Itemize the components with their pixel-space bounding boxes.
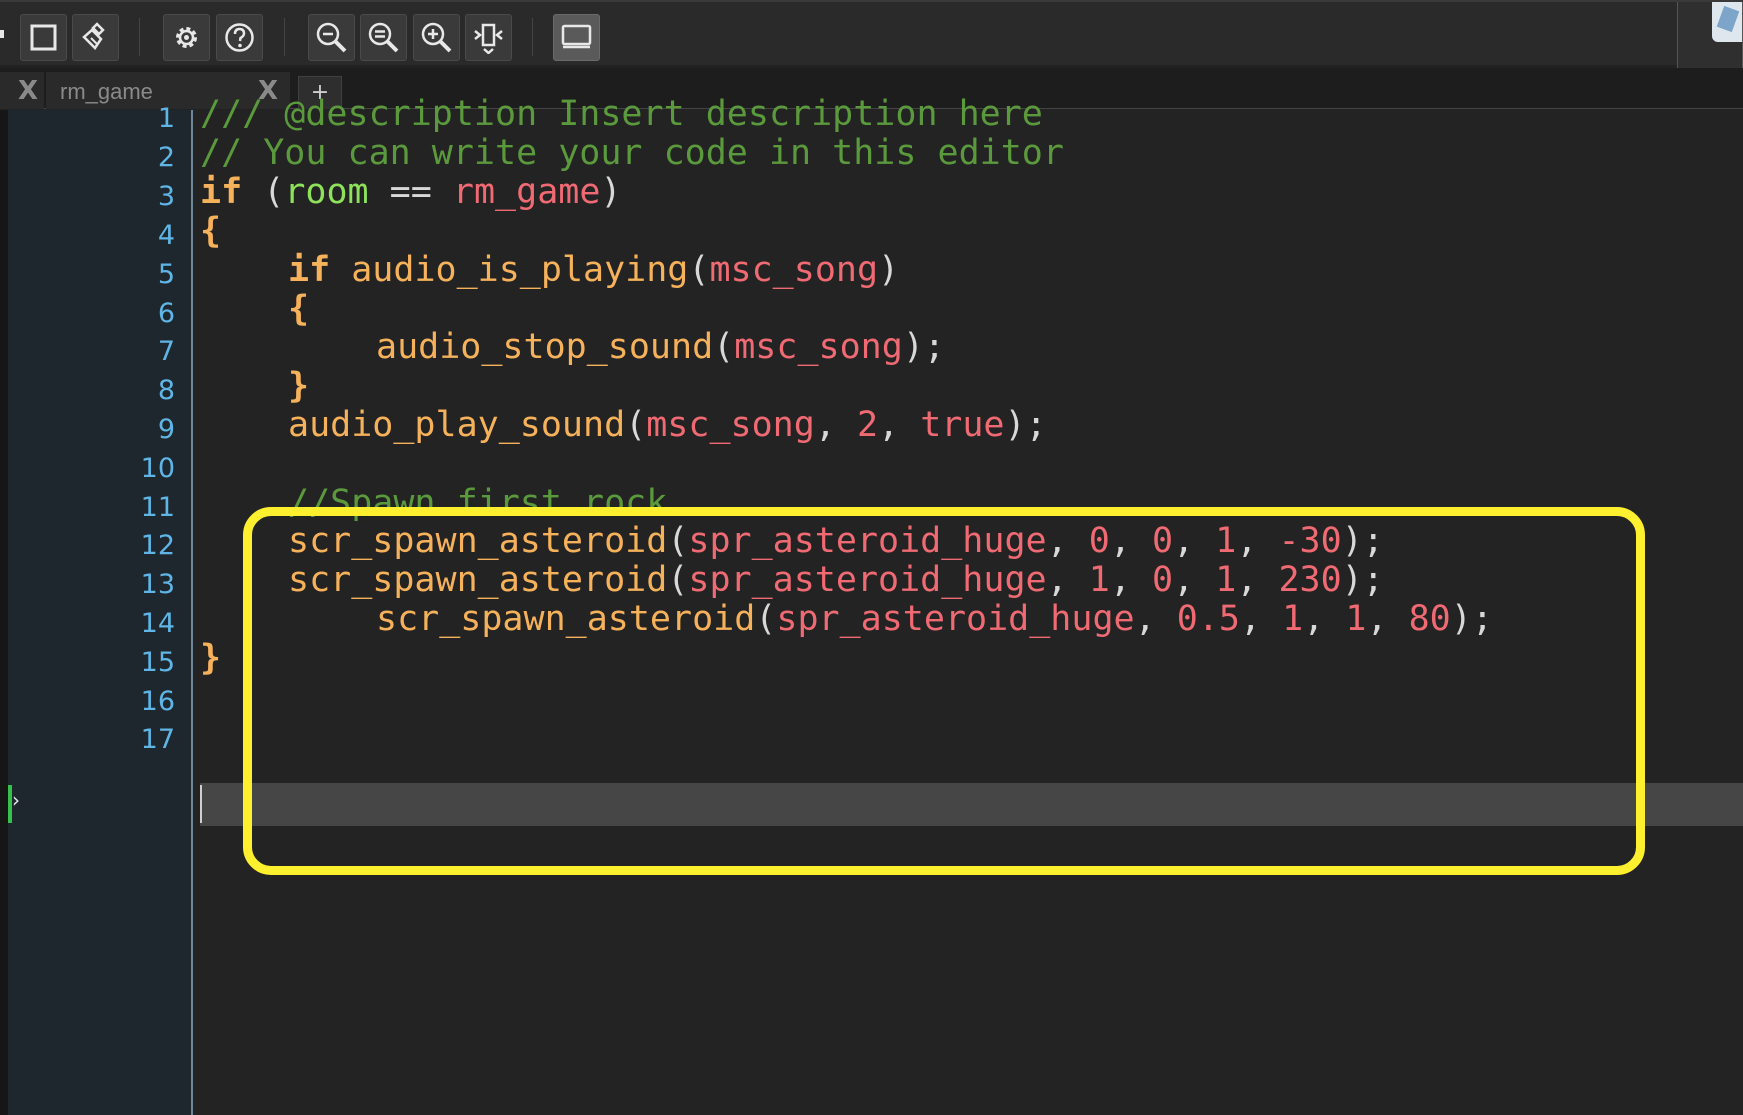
line-number: 6 — [157, 298, 175, 329]
code-line-8: } — [288, 366, 310, 406]
clean-button[interactable] — [72, 14, 119, 61]
zoom-out-icon — [316, 22, 347, 53]
chevron-right-icon[interactable]: › — [12, 788, 20, 812]
code-editor[interactable]: › 1 2 3 4 5 6 7 8 9 10 11 12 13 14 15 16… — [0, 94, 1743, 1115]
highlight-annotation-box — [243, 507, 1645, 875]
line-number: 15 — [140, 647, 175, 678]
toolbar-separator — [532, 18, 533, 56]
zoom-in-button[interactable] — [413, 14, 460, 61]
line-number: 4 — [157, 220, 175, 251]
run-arrow-icon[interactable] — [0, 30, 4, 38]
settings-gear-icon — [176, 27, 197, 48]
code-line-7: audio_stop_sound(msc_song); — [376, 327, 945, 367]
sprite-preview-image — [1712, 2, 1742, 42]
line-number: 17 — [140, 724, 175, 755]
clean-brush-icon — [82, 22, 105, 50]
code-line-5: if audio_is_playing(msc_song) — [288, 250, 900, 290]
code-line-4: { — [200, 211, 222, 251]
toolbar-separator — [139, 18, 140, 56]
code-line-3: if (room == rm_game) — [200, 172, 622, 212]
line-number: 13 — [140, 569, 175, 600]
code-line-1: /// @description Insert description here — [200, 94, 1043, 134]
text-caret — [200, 785, 202, 823]
fit-view-icon — [474, 23, 503, 54]
help-icon — [225, 23, 254, 52]
stop-icon — [30, 24, 57, 51]
line-number: 10 — [140, 453, 175, 484]
line-number: 12 — [140, 530, 175, 561]
line-number: 8 — [157, 375, 175, 406]
line-number: 14 — [140, 608, 175, 639]
editor-left-edge — [0, 110, 8, 1115]
display-monitor-icon — [561, 24, 592, 49]
line-number: 5 — [157, 259, 175, 290]
line-number: 11 — [140, 492, 175, 523]
line-number: 16 — [140, 686, 175, 717]
settings-button[interactable] — [163, 14, 210, 61]
toolbar — [0, 0, 1743, 80]
code-line-6: { — [288, 289, 310, 329]
fit-view-button[interactable] — [465, 14, 512, 61]
line-number: 3 — [157, 181, 175, 212]
stop-button[interactable] — [20, 14, 67, 61]
line-number: 9 — [157, 414, 175, 445]
line-number: 7 — [157, 336, 175, 367]
line-number: 2 — [157, 142, 175, 173]
zoom-out-button[interactable] — [308, 14, 355, 61]
display-button[interactable] — [553, 14, 600, 61]
code-line-15: } — [200, 638, 222, 678]
code-line-2: // You can write your code in this edito… — [200, 133, 1064, 173]
zoom-in-icon — [421, 22, 452, 53]
help-button[interactable] — [216, 14, 263, 61]
zoom-reset-icon — [368, 22, 399, 53]
line-number: 1 — [157, 103, 175, 134]
zoom-reset-button[interactable] — [360, 14, 407, 61]
code-line-9: audio_play_sound(msc_song, 2, true); — [288, 405, 1047, 445]
toolbar-separator — [284, 18, 285, 56]
